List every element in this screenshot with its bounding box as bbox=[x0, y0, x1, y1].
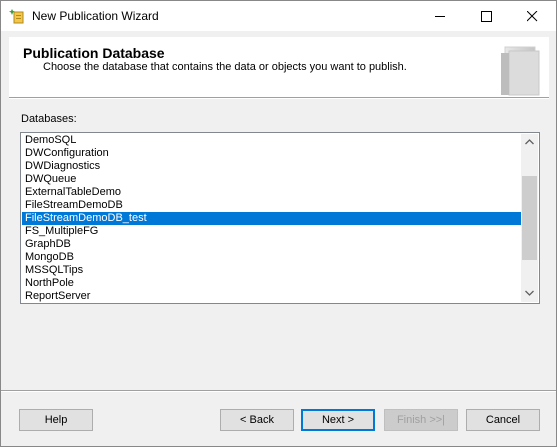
page-title: Publication Database bbox=[23, 45, 165, 61]
databases-label: Databases: bbox=[21, 113, 77, 125]
scroll-up-button[interactable] bbox=[521, 134, 538, 151]
database-list-item[interactable]: DemoSQL bbox=[22, 134, 522, 147]
database-list-item[interactable]: MSSQLTips bbox=[22, 264, 522, 277]
database-list-item[interactable]: FileStreamDemoDB_test bbox=[22, 212, 522, 225]
vertical-scrollbar[interactable] bbox=[521, 134, 538, 302]
database-list-item[interactable]: GraphDB bbox=[22, 238, 522, 251]
page-subtitle: Choose the database that contains the da… bbox=[43, 61, 407, 73]
database-list-item[interactable]: ExternalTableDemo bbox=[22, 186, 522, 199]
close-icon bbox=[527, 11, 538, 22]
database-list-item[interactable]: FileStreamDemoDB bbox=[22, 199, 522, 212]
chevron-down-icon bbox=[525, 290, 534, 296]
databases-listbox[interactable]: DemoSQL DWConfiguration DWDiagnostics DWQue… bbox=[20, 132, 540, 304]
scroll-down-button[interactable] bbox=[521, 285, 538, 302]
close-button[interactable] bbox=[510, 1, 556, 31]
database-list-item[interactable]: MongoDB bbox=[22, 251, 522, 264]
maximize-button[interactable] bbox=[464, 1, 510, 31]
maximize-icon bbox=[481, 11, 492, 22]
wizard-app-icon bbox=[9, 8, 25, 24]
scroll-thumb[interactable] bbox=[522, 176, 537, 260]
databases-list: DemoSQL DWConfiguration DWDiagnostics DWQue… bbox=[22, 134, 522, 303]
minimize-icon bbox=[435, 16, 445, 17]
wizard-header: Publication Database Choose the database… bbox=[9, 37, 549, 97]
help-button[interactable]: Help bbox=[19, 409, 93, 431]
back-button[interactable]: < Back bbox=[220, 409, 294, 431]
database-list-item[interactable]: DWConfiguration bbox=[22, 147, 522, 160]
title-bar: New Publication Wizard bbox=[1, 1, 556, 31]
footer-divider-highlight bbox=[1, 391, 556, 392]
chevron-up-icon bbox=[525, 139, 534, 145]
database-list-item[interactable]: DWDiagnostics bbox=[22, 160, 522, 173]
wizard-window: New Publication Wizard Publication Datab… bbox=[0, 0, 557, 447]
next-button[interactable]: Next > bbox=[301, 409, 375, 431]
minimize-button[interactable] bbox=[418, 1, 464, 31]
database-pages-icon bbox=[493, 43, 547, 97]
window-title: New Publication Wizard bbox=[32, 9, 159, 23]
database-list-item[interactable]: NorthPole bbox=[22, 277, 522, 290]
cancel-button[interactable]: Cancel bbox=[466, 409, 540, 431]
finish-button[interactable]: Finish >>| bbox=[384, 409, 458, 431]
database-list-item[interactable]: DWQueue bbox=[22, 173, 522, 186]
header-divider-highlight bbox=[9, 98, 549, 99]
database-list-item[interactable]: FS_MultipleFG bbox=[22, 225, 522, 238]
database-list-item[interactable]: ReportServer bbox=[22, 290, 522, 303]
